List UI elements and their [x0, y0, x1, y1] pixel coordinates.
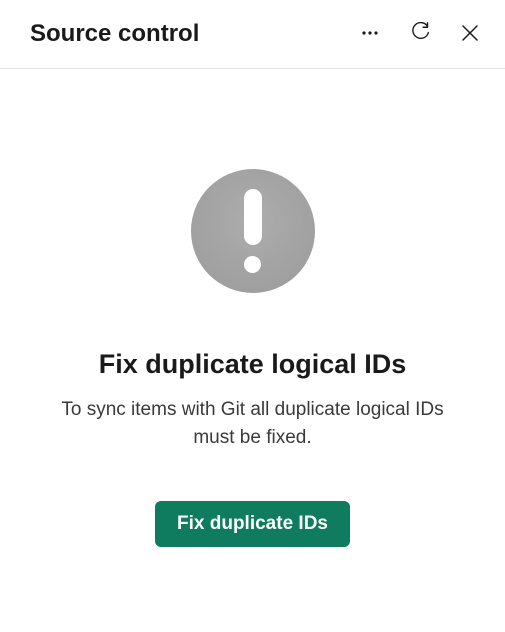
header-actions: [356, 18, 483, 50]
close-icon: [461, 24, 479, 45]
exclaim-dot: [244, 256, 261, 273]
panel-title: Source control: [30, 20, 199, 48]
panel-header: Source control: [0, 0, 505, 69]
more-horizontal-icon: [360, 23, 380, 46]
warning-icon: [191, 169, 315, 293]
exclaim-bar: [244, 189, 262, 245]
close-button[interactable]: [457, 20, 483, 49]
empty-state-title: Fix duplicate logical IDs: [99, 349, 407, 380]
refresh-icon: [410, 22, 431, 46]
more-options-button[interactable]: [356, 19, 384, 50]
fix-duplicate-ids-button[interactable]: Fix duplicate IDs: [155, 501, 350, 547]
empty-state-description: To sync items with Git all duplicate log…: [53, 396, 453, 451]
refresh-button[interactable]: [406, 18, 435, 50]
empty-state: Fix duplicate logical IDs To sync items …: [0, 69, 505, 547]
